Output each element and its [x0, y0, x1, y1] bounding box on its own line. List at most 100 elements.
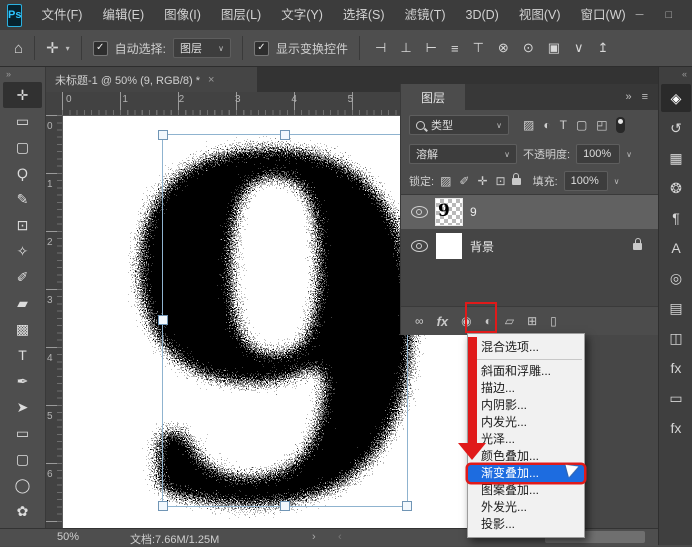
layer-thumbnail[interactable]: 9 — [436, 199, 462, 225]
menu-item-outer-glow[interactable]: 外发光... — [468, 499, 584, 516]
link-layers-icon[interactable]: ∞ — [415, 314, 424, 328]
tool-button[interactable]: ➤ — [3, 394, 42, 420]
tool-button[interactable]: ✎ — [3, 186, 42, 212]
dock-panel-icon[interactable]: ◈ — [661, 84, 691, 112]
options-icon[interactable]: ≡ — [451, 41, 459, 56]
lock-option-icon[interactable]: ✛ — [477, 174, 487, 188]
toolbar-collapse-icon[interactable]: » — [0, 67, 45, 82]
tool-button[interactable]: ✧ — [3, 238, 42, 264]
tool-button[interactable]: ▢ — [3, 446, 42, 472]
options-icon[interactable]: ⊤ — [473, 40, 484, 56]
menu-item-bevel-emboss[interactable]: 斜面和浮雕... — [468, 363, 584, 380]
options-icon[interactable]: ⊙ — [523, 40, 534, 56]
dock-panel-icon[interactable]: fx — [661, 414, 691, 442]
transform-handle-bottom-right[interactable] — [402, 501, 412, 511]
new-layer-icon[interactable]: ⊞ — [527, 314, 537, 328]
auto-select-checkbox[interactable]: ✓ — [93, 41, 108, 56]
menu-item[interactable]: 滤镜(T) — [395, 0, 456, 30]
layer-name[interactable]: 背景 — [470, 238, 494, 255]
tool-button[interactable]: ✿ — [3, 498, 42, 524]
transform-handle-top-left[interactable] — [158, 130, 168, 140]
tool-button[interactable]: ▢ — [3, 134, 42, 160]
opacity-input[interactable]: 100% — [576, 144, 620, 164]
menu-item[interactable]: 图像(I) — [154, 0, 211, 30]
panel-collapse-icon[interactable]: » — [625, 91, 631, 103]
filter-icon[interactable]: ◐ — [543, 118, 550, 132]
tool-button[interactable]: ▭ — [3, 420, 42, 446]
menu-item[interactable]: 图层(L) — [211, 0, 271, 30]
tab-close-icon[interactable]: × — [208, 74, 214, 86]
menu-item[interactable]: 3D(D) — [456, 0, 509, 30]
menu-item[interactable]: 选择(S) — [333, 0, 395, 30]
lock-option-icon[interactable]: ✐ — [459, 174, 469, 188]
options-icon[interactable]: ⊗ — [498, 40, 509, 56]
menu-item-inner-shadow[interactable]: 内阴影... — [468, 397, 584, 414]
menu-item[interactable]: 文件(F) — [31, 0, 92, 30]
filter-icon[interactable]: ◰ — [596, 118, 607, 132]
tool-button[interactable]: ▰ — [3, 290, 42, 316]
auto-select-dropdown[interactable]: 图层 ∨ — [173, 38, 231, 58]
filter-icon[interactable]: ▨ — [523, 118, 534, 132]
document-tab[interactable]: 未标题-1 @ 50% (9, RGB/8) * × — [45, 67, 257, 92]
options-icon[interactable]: ▣ — [548, 40, 560, 56]
layer-thumbnail[interactable] — [436, 233, 462, 259]
menu-item-inner-glow[interactable]: 内发光... — [468, 414, 584, 431]
lock-option-icon[interactable]: ⊡ — [496, 174, 506, 188]
menu-item[interactable]: 窗口(W) — [571, 0, 636, 30]
dock-panel-icon[interactable]: ▤ — [661, 294, 691, 322]
transform-handle-bottom-left[interactable] — [158, 501, 168, 511]
home-icon[interactable]: ⌂ — [14, 40, 23, 57]
tool-button[interactable]: ▭ — [3, 108, 42, 134]
fill-input[interactable]: 100% — [564, 171, 608, 191]
dock-panel-icon[interactable]: ❂ — [661, 174, 691, 202]
filter-icon[interactable]: ▢ — [576, 118, 587, 132]
visibility-eye-icon[interactable] — [411, 240, 428, 252]
options-icon[interactable]: ⊢ — [426, 40, 437, 56]
transform-handle-top-center[interactable] — [280, 130, 290, 140]
transform-bounding-box[interactable] — [162, 134, 408, 507]
dock-panel-icon[interactable]: ▦ — [661, 144, 691, 172]
menu-item-pattern-overlay[interactable]: 图案叠加... — [468, 482, 584, 499]
status-prev-icon[interactable]: ‹ — [338, 531, 342, 543]
tool-button[interactable]: ✛ — [3, 82, 42, 108]
lock-option-icon[interactable]: ▨ — [440, 174, 451, 188]
filter-toggle-switch[interactable] — [616, 117, 625, 133]
dock-panel-icon[interactable]: ▭ — [661, 384, 691, 412]
move-tool-icon[interactable]: ✛ — [46, 39, 59, 57]
tool-button[interactable]: ⊡ — [3, 212, 42, 238]
show-transform-checkbox[interactable]: ✓ — [254, 41, 269, 56]
zoom-level[interactable]: 50% — [57, 531, 79, 543]
layers-tab[interactable]: 图层 — [401, 84, 465, 110]
transform-handle-bottom-center[interactable] — [280, 501, 290, 511]
dock-panel-icon[interactable]: A — [661, 234, 691, 262]
panel-menu-icon[interactable]: ≡ — [642, 91, 648, 103]
menu-item-stroke[interactable]: 描边... — [468, 380, 584, 397]
menu-item[interactable]: 文字(Y) — [271, 0, 333, 30]
delete-layer-icon[interactable]: ▯ — [550, 314, 557, 328]
status-next-icon[interactable]: › — [312, 531, 316, 543]
dock-panel-icon[interactable]: ¶ — [661, 204, 691, 232]
tool-button[interactable]: ✒ — [3, 368, 42, 394]
maximize-icon[interactable]: □ — [665, 9, 672, 21]
tool-button[interactable]: Ϙ — [3, 160, 42, 186]
layer-style-fx-button[interactable]: fx — [437, 314, 449, 329]
menu-item-blending-options[interactable]: 混合选项... — [468, 339, 584, 356]
layer-row-background[interactable]: 背景 — [401, 229, 658, 263]
menu-item[interactable]: 编辑(E) — [92, 0, 154, 30]
tool-button[interactable]: T — [3, 342, 42, 368]
dock-panel-icon[interactable]: ◫ — [661, 324, 691, 352]
chevron-down-icon[interactable]: ▾ — [66, 44, 70, 53]
visibility-eye-icon[interactable] — [411, 206, 428, 218]
minimize-icon[interactable]: ─ — [636, 9, 644, 21]
dock-collapse-icon[interactable]: « — [682, 67, 692, 82]
filter-type-dropdown[interactable]: 类型 ∨ — [409, 115, 509, 135]
lock-all-icon[interactable] — [512, 178, 521, 185]
options-icon[interactable]: ↥ — [598, 40, 609, 56]
options-icon[interactable]: ∨ — [574, 40, 584, 56]
menu-item[interactable]: 视图(V) — [509, 0, 571, 30]
dock-panel-icon[interactable]: ◎ — [661, 264, 691, 292]
tool-button[interactable]: ▩ — [3, 316, 42, 342]
new-group-icon[interactable]: ▱ — [505, 314, 514, 328]
dock-panel-icon[interactable]: ↺ — [661, 114, 691, 142]
menu-item-drop-shadow[interactable]: 投影... — [468, 516, 584, 533]
